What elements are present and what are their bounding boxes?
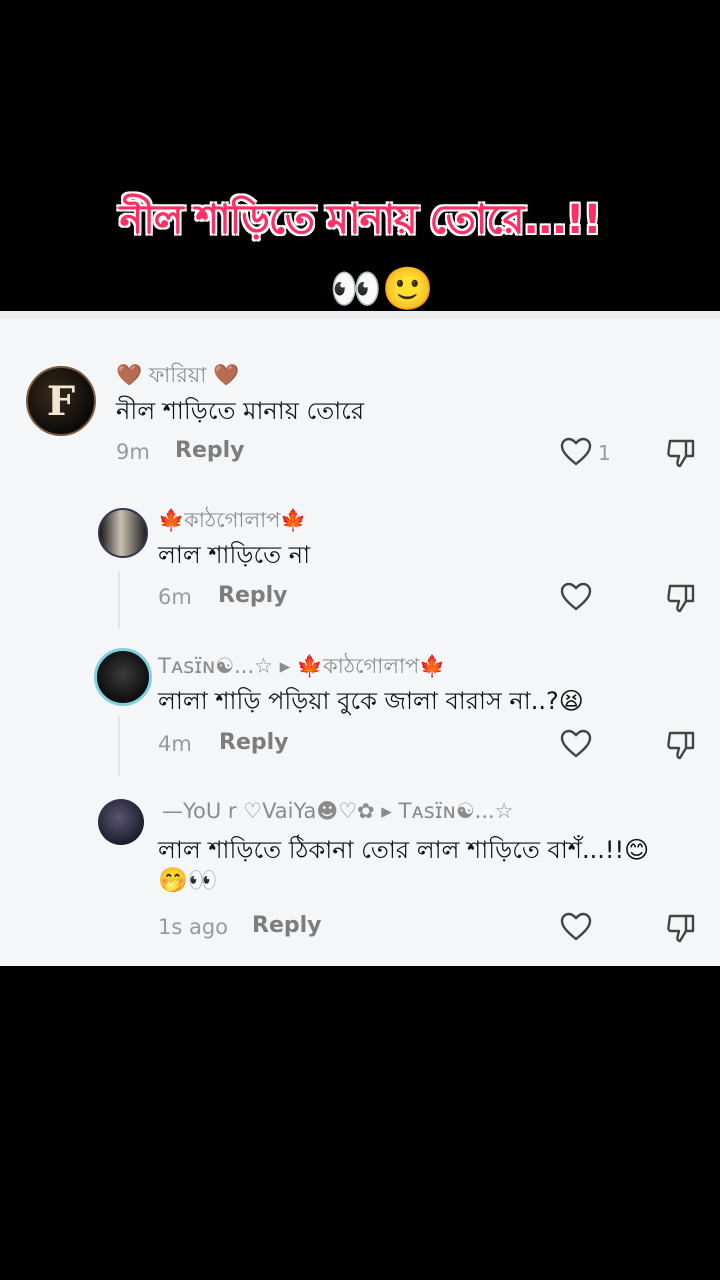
thread-line [118, 716, 120, 776]
comment-username[interactable]: —YoU r ♡VaiYa☻♡✿ ▸ Tᴀsɪ̈ɴ☯...☆ [162, 799, 514, 823]
caption-emojis: 😊👀🙂 [285, 264, 435, 313]
heart-icon [560, 912, 592, 941]
heart-icon [560, 437, 592, 466]
comment-username[interactable]: 🍁কাঠগোলাপ🍁 [158, 504, 307, 539]
comment-text: লাল শাড়িতে ঠিকানা তোর লাল শাড়িতে বাশঁ.… [158, 836, 650, 864]
comment-text: নীল শাড়িতে মানায় তোরে [116, 397, 365, 425]
comments-header-strip [0, 311, 720, 319]
dislike-icon[interactable] [665, 582, 697, 614]
avatar-letter: F [46, 377, 76, 425]
reply-button[interactable]: Reply [175, 438, 245, 463]
comment-time: 4m [158, 732, 192, 756]
avatar[interactable] [98, 508, 148, 558]
heart-icon [560, 729, 592, 758]
video-caption: নীল শাড়িতে মানায় তোরে...!! 😊👀🙂 [0, 188, 720, 313]
heart-icon [560, 582, 592, 611]
comment-username[interactable]: 🤎 ফারিয়া 🤎 [116, 359, 239, 394]
like-button[interactable] [560, 729, 594, 759]
like-count: 1 [598, 441, 611, 465]
comment-time: 9m [116, 440, 150, 464]
avatar[interactable] [98, 799, 144, 845]
avatar[interactable] [94, 648, 152, 706]
comments-panel: F 🤎 ফারিয়া 🤎 নীল শাড়িতে মানায় তোরে 9m… [0, 311, 720, 966]
video-background-bottom [0, 966, 720, 1280]
comment-username[interactable]: Tᴀsɪ̈ɴ☯...☆ ▸ 🍁কাঠগোলাপ🍁 [158, 650, 445, 685]
reply-button[interactable]: Reply [219, 730, 289, 755]
comment-time: 1s ago [158, 915, 229, 939]
comment-time: 6m [158, 585, 192, 609]
dislike-icon[interactable] [665, 912, 697, 944]
caption-title: নীল শাড়িতে মানায় তোরে...!! [119, 197, 601, 243]
dislike-icon[interactable] [665, 729, 697, 761]
like-button[interactable] [560, 912, 594, 942]
comment-text-line2: 🤭👀 [158, 866, 218, 894]
avatar[interactable]: F [26, 366, 96, 436]
thread-line [118, 571, 120, 629]
like-button[interactable] [560, 437, 594, 467]
reply-button[interactable]: Reply [252, 913, 322, 938]
dislike-icon[interactable] [665, 437, 697, 469]
comment-text: লালা শাড়ি পড়িয়া বুকে জালা বারাস না..?… [158, 687, 584, 715]
comment-text: লাল শাড়িতে না [158, 541, 311, 569]
reply-button[interactable]: Reply [218, 583, 288, 608]
like-button[interactable] [560, 582, 594, 612]
